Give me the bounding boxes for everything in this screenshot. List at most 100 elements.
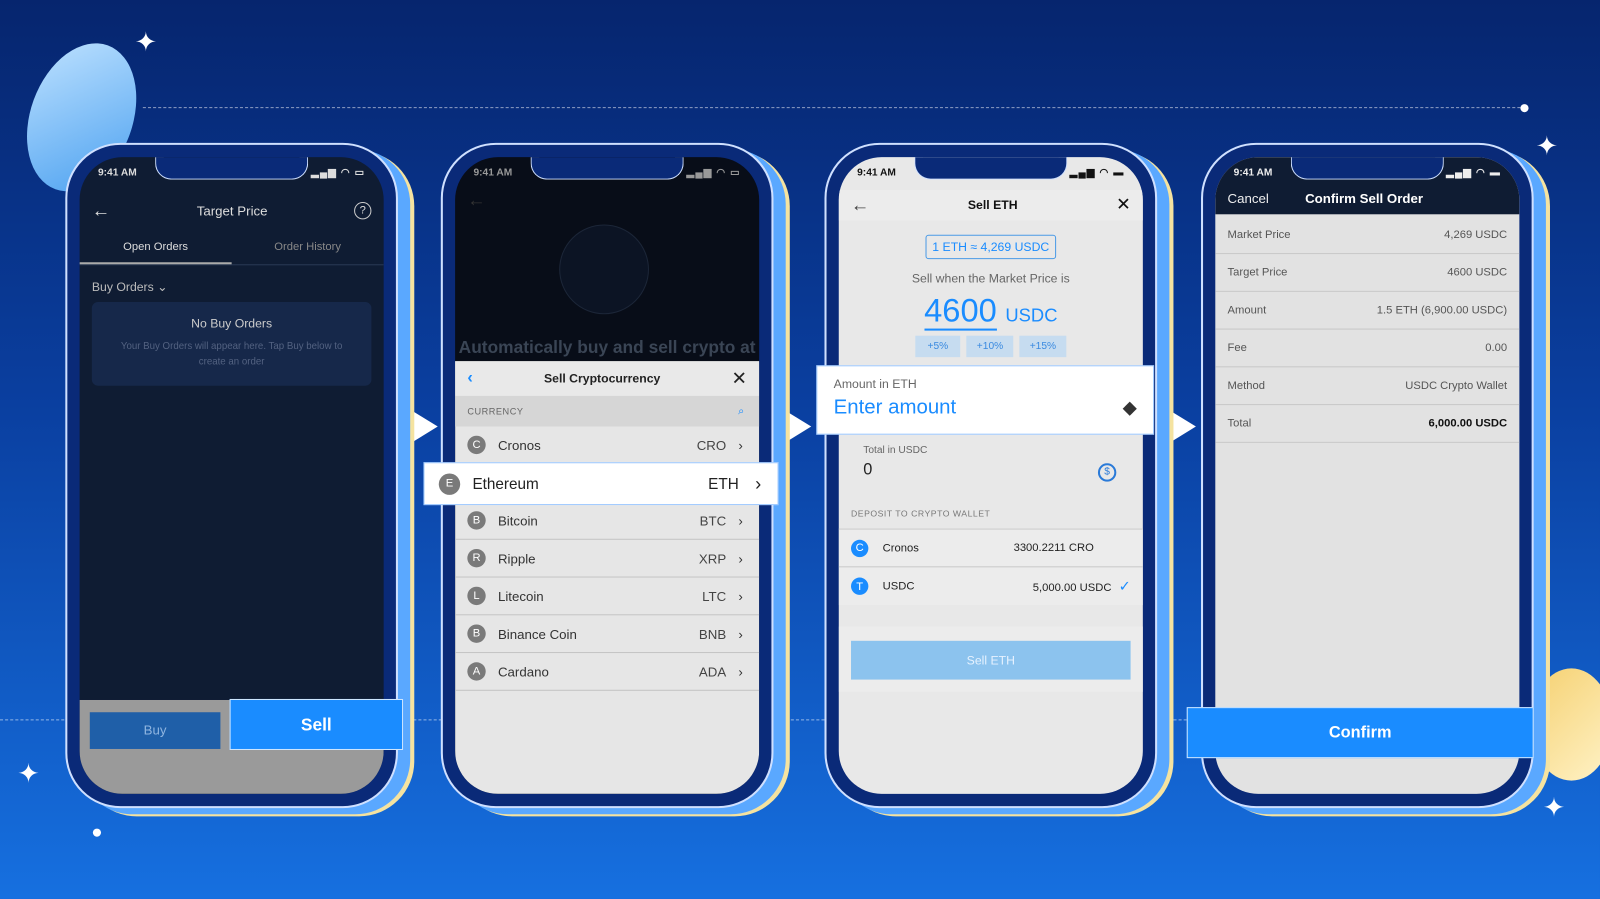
sell-eth-button[interactable]: Sell ETH [851,640,1131,680]
currency-name: Ripple [497,550,536,566]
currency-name: Cronos [497,437,541,453]
back-arrow-icon[interactable]: ← [92,200,110,221]
coin-icon: B [467,624,486,643]
page-title: Sell ETH [967,197,1018,213]
target-price-input[interactable]: 4600 [924,291,997,331]
coin-decoration [1530,668,1600,781]
deposit-label: DEPOSIT TO CRYPTO WALLET [851,508,991,519]
sparkle-icon: ✦ [134,26,157,58]
detail-row: Fee 0.00 [1215,330,1520,368]
status-time: 9:41 AM [1233,167,1273,179]
signal-wifi-battery-icon: ▂▄▆ ◠ ▭ [686,167,741,179]
section-label: CURRENCY [467,406,524,417]
percent-chip-10[interactable]: +10% [966,335,1014,358]
currency-symbol: BNB [698,626,727,642]
close-icon[interactable]: ✕ [732,368,747,389]
sell-crypto-sheet: ‹ Sell Cryptocurrency ✕ CURRENCY ⌕ C Cron… [455,361,760,794]
total-value: 0 [863,461,873,479]
search-icon[interactable]: ⌕ [738,405,745,418]
amount-placeholder: Enter amount [833,395,957,419]
currency-name: Ethereum [472,474,539,493]
wallet-row-usdc[interactable]: T USDC 5,000.00 USDC ✓ [839,567,1143,605]
status-time: 9:41 AM [857,167,896,179]
usdc-icon: $ [1097,463,1117,482]
checkmark-icon: ✓ [1118,577,1131,594]
page-title: Target Price [196,203,268,219]
currency-row-cronos[interactable]: C Cronos CRO › [455,427,760,465]
wallet-name: USDC [882,580,915,593]
currency-symbol: BTC [699,512,727,529]
cancel-button[interactable]: Cancel [1228,191,1269,206]
chevron-right-icon: › [738,663,743,680]
currency-name: Cardano [497,663,549,680]
percent-chip-15[interactable]: +15% [1019,335,1067,358]
coin-icon: E [438,472,461,495]
detail-row-total: Total 6,000.00 USDC [1215,405,1520,443]
currency-symbol: ETH [708,474,739,493]
signal-wifi-battery-icon: ▂▄▆ ◠ ▭ [311,167,366,179]
amount-input[interactable]: Amount in ETH Enter amount ◆ [816,365,1155,435]
exchange-rate-badge: 1 ETH ≈ 4,269 USDC [925,234,1057,260]
coin-icon: A [467,662,486,681]
arrow-right-icon [1169,410,1196,443]
sell-button[interactable]: Sell [229,698,404,750]
currency-symbol: XRP [698,550,727,566]
chevron-right-icon: › [738,437,743,453]
wallet-balance: 5,000.00 USDC [1032,581,1112,594]
wallet-balance: 3300.2211 CRO [1013,541,1094,555]
phone-sell-eth: 9:41 AM ▂▄▆ ◠ ▬ ← Sell ETH ✕ 1 ETH ≈ 4,26… [824,142,1158,809]
tab-order-history[interactable]: Order History [232,237,384,265]
detail-row: Market Price 4,269 USDC [1215,216,1520,255]
status-time: 9:41 AM [97,167,137,179]
currency-name: Binance Coin [497,626,577,642]
confirm-button[interactable]: Confirm [1186,707,1534,759]
currency-row-binance-coin[interactable]: B Binance Coin BNB › [455,615,760,654]
sparkle-icon: ✦ [1542,791,1566,823]
signal-wifi-battery-icon: ▂▄▆ ◠ ▬ [1446,167,1502,179]
amount-label: Amount in ETH [833,376,917,391]
dot [92,828,102,837]
currency-row-ripple[interactable]: R Ripple XRP › [455,540,760,578]
arrow-right-icon [784,410,812,443]
ethereum-icon: ◆ [1122,396,1137,418]
screen: 9:41 AM ▂▄▆ ◠ ▬ Cancel Confirm Sell Order… [1215,157,1520,794]
detail-row: Method USDC Crypto Wallet [1215,367,1520,406]
buy-button[interactable]: Buy [89,712,221,749]
buy-orders-dropdown[interactable]: Buy Orders ⌄ [92,280,168,294]
coin-icon: C [851,539,869,557]
page-title: Confirm Sell Order [1305,190,1424,207]
chevron-right-icon: › [738,626,743,642]
percent-chip-5[interactable]: +5% [915,335,961,358]
currency-row-bitcoin[interactable]: B Bitcoin BTC › [455,502,760,540]
back-arrow-icon: ← [467,189,486,211]
wallet-name: Cronos [882,541,919,555]
tab-open-orders[interactable]: Open Orders [79,237,232,265]
currency-row-litecoin[interactable]: L Litecoin LTC › [455,578,760,616]
order-details: Market Price 4,269 USDC Target Price 4600 … [1215,216,1520,443]
detail-row: Amount 1.5 ETH (6,900.00 USDC) [1215,292,1520,330]
currency-row-ethereum[interactable]: E Ethereum ETH › [423,462,779,506]
screen: 9:41 AM ▂▄▆ ◠ ▬ ← Sell ETH ✕ 1 ETH ≈ 4,26… [838,157,1143,794]
chevron-right-icon: › [738,550,743,566]
back-chevron-icon[interactable]: ‹ [467,369,472,387]
empty-title: No Buy Orders [191,316,273,331]
coin-icon: C [467,435,486,455]
back-arrow-icon[interactable]: ← [851,194,869,215]
arrow-right-icon [411,410,438,443]
price-unit: USDC [1005,305,1058,326]
help-icon[interactable]: ? [354,202,372,220]
currency-name: Bitcoin [497,512,538,529]
close-icon[interactable]: ✕ [1116,195,1131,215]
signal-wifi-battery-icon: ▂▄▆ ◠ ▬ [1069,167,1125,179]
status-time: 9:41 AM [473,167,513,179]
wallet-row-cronos[interactable]: C Cronos 3300.2211 CRO [838,530,1143,568]
empty-text: Your Buy Orders will appear here. Tap Bu… [120,340,343,368]
chevron-right-icon: › [755,472,762,494]
coin-icon: L [467,586,486,606]
chevron-right-icon: › [738,512,743,529]
sparkle-icon: ✦ [1535,130,1558,162]
sheet-title: Sell Cryptocurrency [543,371,661,386]
currency-row-cardano[interactable]: A Cardano ADA › [455,653,760,691]
coin-icon: B [467,511,486,530]
coin-icon: T [851,577,869,595]
